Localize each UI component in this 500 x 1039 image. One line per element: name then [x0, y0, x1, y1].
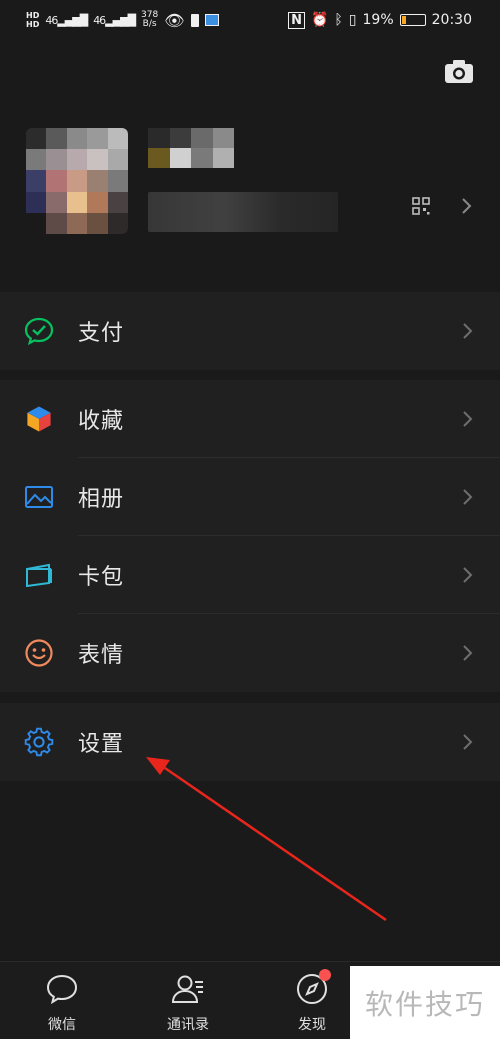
signal-icon-2: 46▂▄▆█ — [93, 13, 136, 27]
notification-dot — [319, 969, 331, 981]
menu-item-favorites[interactable]: 收藏 — [0, 380, 500, 458]
battery-fill — [401, 16, 407, 24]
chevron-right-icon — [462, 732, 474, 752]
tab-label-contacts: 通讯录 — [167, 1017, 209, 1033]
wechat-pay-icon — [24, 316, 54, 346]
tab-discover[interactable]: 发现 — [272, 969, 352, 1033]
tab-chats[interactable]: 微信 — [22, 972, 102, 1033]
network-speed: 378 B/s — [141, 10, 159, 29]
camera-icon[interactable] — [444, 58, 474, 84]
cube-icon — [24, 404, 54, 434]
tab-contacts[interactable]: 通讯录 — [148, 972, 228, 1033]
qr-code-icon[interactable] — [412, 197, 430, 215]
clock: 20:30 — [431, 12, 472, 28]
chevron-right-icon — [462, 487, 474, 507]
chevron-right-icon[interactable] — [460, 196, 474, 216]
menu-item-settings[interactable]: 设置 — [0, 703, 500, 781]
menu-label-cards: 卡包 — [78, 565, 125, 590]
menu-group-main: 收藏 相册 卡包 表情 — [0, 380, 500, 692]
smiley-icon — [24, 638, 54, 668]
nickname-blurred — [148, 128, 234, 168]
nfc-icon: N — [288, 11, 305, 29]
chevron-right-icon — [462, 321, 474, 341]
app-notification-icon — [204, 14, 219, 26]
wechat-id-blurred — [148, 192, 338, 232]
menu-group-settings: 设置 — [0, 703, 500, 781]
avatar[interactable] — [26, 128, 128, 234]
vibrate-icon: ▯ — [348, 12, 357, 28]
battery-icon — [399, 14, 426, 26]
status-left: HD HD 46▂▄▆█ 46▂▄▆█ 378 B/s 👁 — [26, 11, 219, 29]
menu-item-stickers[interactable]: 表情 — [0, 614, 500, 692]
tab-label-chats: 微信 — [48, 1017, 76, 1033]
network-indicator: HD HD — [26, 11, 40, 29]
menu-label-settings: 设置 — [78, 732, 125, 757]
chevron-right-icon — [462, 565, 474, 585]
watermark: 软件技巧 — [350, 966, 500, 1039]
chevron-right-icon — [462, 409, 474, 429]
alarm-icon: ⏰ — [310, 12, 329, 28]
status-bar: HD HD 46▂▄▆█ 46▂▄▆█ 378 B/s 👁 N ⏰ ᛒ ▯ 19… — [0, 0, 500, 40]
signal-icon: 46▂▄▆█ — [45, 13, 88, 27]
chevron-right-icon — [462, 643, 474, 663]
status-right: N ⏰ ᛒ ▯ 19% 20:30 — [288, 11, 472, 29]
bluetooth-icon: ᛒ — [334, 12, 343, 28]
menu-item-album[interactable]: 相册 — [0, 458, 500, 536]
compass-icon — [295, 969, 331, 1006]
profile-header[interactable] — [0, 100, 500, 280]
wallet-card-icon — [24, 560, 54, 590]
contacts-icon — [171, 972, 205, 1006]
eye-icon: 👁 — [164, 10, 185, 30]
menu-label-stickers: 表情 — [78, 643, 125, 668]
menu-item-pay[interactable]: 支付 — [0, 292, 500, 370]
chat-bubble-icon — [45, 972, 79, 1006]
menu-item-cards[interactable]: 卡包 — [0, 536, 500, 614]
menu-label-album: 相册 — [78, 487, 125, 512]
tab-label-discover: 发现 — [298, 1017, 326, 1033]
menu-label-favorites: 收藏 — [78, 409, 125, 434]
notification-icon — [190, 13, 199, 27]
menu-group-pay: 支付 — [0, 292, 500, 370]
gear-icon — [24, 727, 54, 757]
menu-label-pay: 支付 — [78, 321, 125, 346]
image-icon — [24, 482, 54, 512]
battery-percent: 19% — [362, 12, 394, 28]
